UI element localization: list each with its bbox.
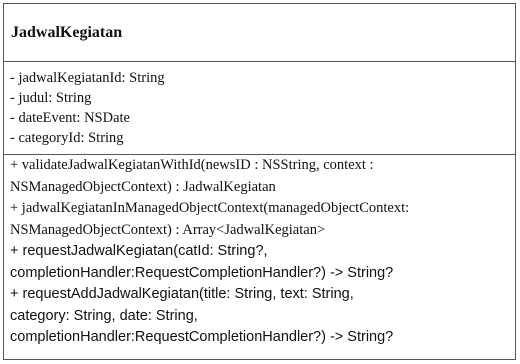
attribute-jadwal-kegiatan-id: - jadwalKegiatanId: String <box>10 70 165 86</box>
method-request-add-line-3: completionHandler:RequestCompletionHandl… <box>10 329 394 345</box>
method-validate-line-2: NSManagedObjectContext) : JadwalKegiatan <box>10 178 276 195</box>
class-name: JadwalKegiatan <box>4 4 515 62</box>
attribute-judul: - judul: String <box>10 90 92 106</box>
method-request-line-2: completionHandler:RequestCompletionHandl… <box>10 264 394 281</box>
method-request-add-line-2: category: String, date: String, <box>10 307 198 324</box>
attribute-date-event: - dateEvent: NSDate <box>10 110 130 126</box>
method-validate-line-1: + validateJadwalKegiatanWithId(newsID : … <box>10 157 374 173</box>
method-in-context-line-2: NSManagedObjectContext) : Array<JadwalKe… <box>10 221 326 238</box>
attributes-compartment: - jadwalKegiatanId: String - judul: Stri… <box>4 62 515 155</box>
method-request-line-1: + requestJadwalKegiatan(catId: String?, <box>10 243 268 259</box>
methods-compartment: + validateJadwalKegiatanWithId(newsID : … <box>4 155 515 349</box>
method-request-add-line-1: + requestAddJadwalKegiatan(title: String… <box>10 286 354 302</box>
uml-class-box: JadwalKegiatan - jadwalKegiatanId: Strin… <box>3 3 516 360</box>
method-in-context-line-1: + jadwalKegiatanInManagedObjectContext(m… <box>10 200 410 216</box>
attribute-category-id: - categoryId: String <box>10 130 124 146</box>
